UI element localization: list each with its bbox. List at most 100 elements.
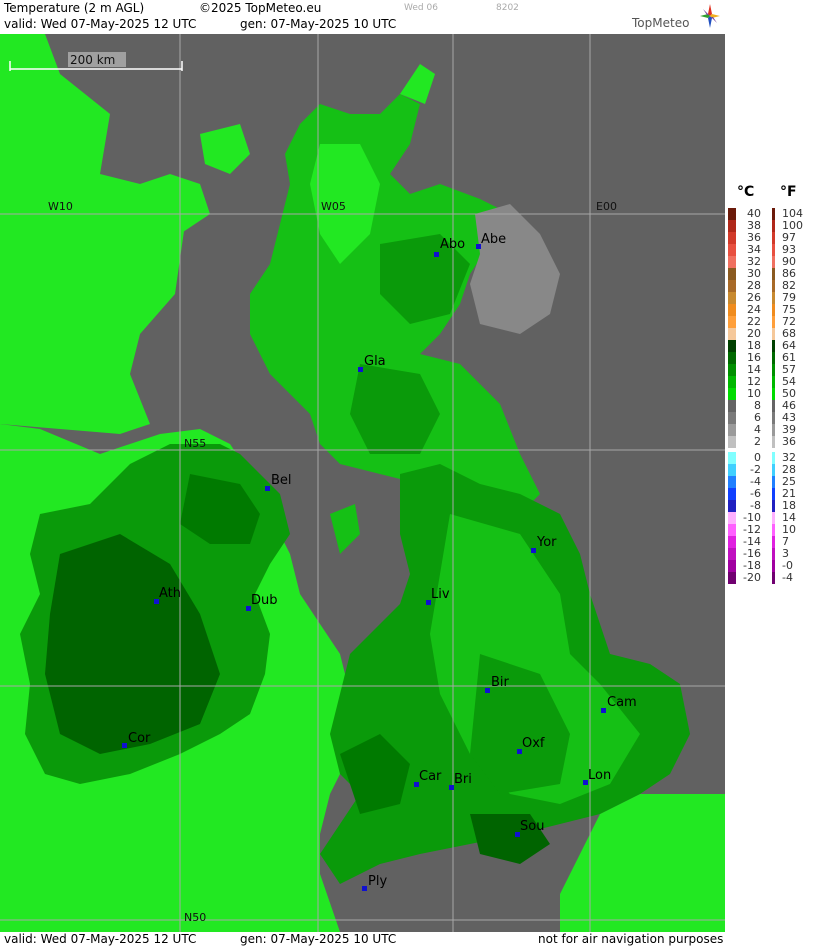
legend-swatch-celsius bbox=[728, 512, 736, 524]
map-canvas[interactable]: 200 km W10 W05 E00 N55 N50 Abo Abe Gla B… bbox=[0, 34, 725, 932]
city-label: Yor bbox=[537, 535, 557, 550]
legend-swatch-celsius bbox=[728, 436, 736, 448]
legend-swatch-fahrenheit bbox=[772, 280, 775, 292]
celsius-header: °C bbox=[737, 184, 755, 200]
legend-swatch-celsius bbox=[728, 220, 736, 232]
scale-bar-label: 200 km bbox=[70, 53, 116, 67]
legend-swatch-celsius bbox=[728, 244, 736, 256]
city-label: Sou bbox=[520, 819, 545, 834]
city-dot-icon bbox=[531, 548, 536, 553]
legend-swatch-celsius bbox=[728, 412, 736, 424]
city-dot-icon bbox=[358, 367, 363, 372]
legend-swatch-fahrenheit bbox=[772, 232, 775, 244]
legend-swatch-celsius bbox=[728, 340, 736, 352]
legend-swatch-fahrenheit bbox=[772, 388, 775, 400]
legend-swatch-fahrenheit bbox=[772, 488, 775, 500]
legend-swatch-celsius bbox=[728, 268, 736, 280]
day-tab[interactable]: Wed 06 bbox=[404, 3, 438, 13]
legend-label-fahrenheit: 36 bbox=[782, 435, 796, 448]
footer-valid-time: valid: Wed 07-May-2025 12 UTC bbox=[4, 932, 197, 946]
city-dot-icon bbox=[485, 688, 490, 693]
legend-swatch-celsius bbox=[728, 572, 736, 584]
legend-swatch-celsius bbox=[728, 208, 736, 220]
legend-swatch-fahrenheit bbox=[772, 316, 775, 328]
legend-swatch-fahrenheit bbox=[772, 500, 775, 512]
city-label: Ath bbox=[159, 586, 182, 601]
city-label: Gla bbox=[364, 354, 386, 369]
city-label: Cor bbox=[128, 731, 151, 746]
legend-swatch-celsius bbox=[728, 364, 736, 376]
legend-swatch-celsius bbox=[728, 376, 736, 388]
legend-swatch-celsius bbox=[728, 388, 736, 400]
disclaimer-text: not for air navigation purposes bbox=[538, 932, 724, 946]
legend-swatch-fahrenheit bbox=[772, 340, 775, 352]
legend-swatch-fahrenheit bbox=[772, 524, 775, 536]
grid-label-w10: W10 bbox=[48, 200, 73, 213]
product-code: 8202 bbox=[496, 3, 519, 13]
city-label: Liv bbox=[431, 587, 450, 602]
valid-time: valid: Wed 07-May-2025 12 UTC bbox=[4, 17, 197, 31]
legend-label-fahrenheit: -4 bbox=[782, 571, 793, 584]
city-label: Abe bbox=[481, 232, 507, 247]
legend-row: 2 36 bbox=[725, 435, 816, 448]
city-label: Bri bbox=[454, 772, 472, 787]
city-dot-icon bbox=[122, 743, 127, 748]
legend-swatch-celsius bbox=[728, 560, 736, 572]
legend-swatch-celsius bbox=[728, 280, 736, 292]
legend-swatch-fahrenheit bbox=[772, 376, 775, 388]
legend-swatch-fahrenheit bbox=[772, 536, 775, 548]
legend-swatch-celsius bbox=[728, 536, 736, 548]
legend-swatch-celsius bbox=[728, 424, 736, 436]
legend-swatch-celsius bbox=[728, 316, 736, 328]
legend-label-celsius: -20 bbox=[743, 571, 761, 584]
fahrenheit-header: °F bbox=[780, 184, 797, 200]
legend-swatch-fahrenheit bbox=[772, 244, 775, 256]
city-label: Lon bbox=[588, 768, 612, 783]
city-label: Cam bbox=[607, 695, 637, 710]
legend-row: -20 -4 bbox=[725, 571, 816, 584]
legend-swatch-fahrenheit bbox=[772, 476, 775, 488]
legend-swatch-celsius bbox=[728, 476, 736, 488]
temperature-map bbox=[0, 34, 725, 932]
legend-swatch-fahrenheit bbox=[772, 304, 775, 316]
brand-name: TopMeteo bbox=[632, 16, 690, 30]
legend-swatch-fahrenheit bbox=[772, 256, 775, 268]
legend-swatch-celsius bbox=[728, 548, 736, 560]
copyright-text: ©2025 TopMeteo.eu bbox=[199, 1, 322, 15]
legend-swatch-fahrenheit bbox=[772, 548, 775, 560]
city-dot-icon bbox=[265, 486, 270, 491]
legend-swatch-celsius bbox=[728, 304, 736, 316]
legend-swatch-fahrenheit bbox=[772, 328, 775, 340]
legend-swatch-celsius bbox=[728, 400, 736, 412]
footer-generation-time: gen: 07-May-2025 10 UTC bbox=[240, 932, 397, 946]
legend-swatch-fahrenheit bbox=[772, 400, 775, 412]
generation-time: gen: 07-May-2025 10 UTC bbox=[240, 17, 397, 31]
city-label: Ply bbox=[368, 874, 388, 889]
legend-swatch-fahrenheit bbox=[772, 436, 775, 448]
color-legend: °C °F 40 104 38 100 36 97 34 93 32 90 30 86 28 82 26 79… bbox=[725, 0, 816, 947]
legend-swatch-celsius bbox=[728, 256, 736, 268]
topmeteo-logo[interactable]: TopMeteo bbox=[630, 2, 722, 32]
legend-swatch-fahrenheit bbox=[772, 424, 775, 436]
legend-swatch-celsius bbox=[728, 464, 736, 476]
city-label: Oxf bbox=[522, 736, 545, 751]
legend-swatch-fahrenheit bbox=[772, 452, 775, 464]
legend-swatch-fahrenheit bbox=[772, 292, 775, 304]
legend-swatch-fahrenheit bbox=[772, 220, 775, 232]
grid-label-e00: E00 bbox=[596, 200, 617, 213]
legend-swatch-celsius bbox=[728, 452, 736, 464]
legend-swatch-celsius bbox=[728, 232, 736, 244]
legend-swatch-fahrenheit bbox=[772, 208, 775, 220]
product-title: Temperature (2 m AGL) bbox=[4, 1, 145, 15]
legend-swatch-fahrenheit bbox=[772, 412, 775, 424]
legend-swatch-celsius bbox=[728, 352, 736, 364]
grid-label-n50: N50 bbox=[184, 911, 207, 924]
grid-label-n55: N55 bbox=[184, 437, 207, 450]
legend-swatch-fahrenheit bbox=[772, 464, 775, 476]
legend-swatch-celsius bbox=[728, 524, 736, 536]
map-header: Temperature (2 m AGL) ©2025 TopMeteo.eu … bbox=[0, 0, 725, 34]
legend-swatch-fahrenheit bbox=[772, 352, 775, 364]
legend-swatch-fahrenheit bbox=[772, 364, 775, 376]
city-label: Abo bbox=[440, 237, 466, 252]
legend-label-celsius: 2 bbox=[754, 435, 761, 448]
